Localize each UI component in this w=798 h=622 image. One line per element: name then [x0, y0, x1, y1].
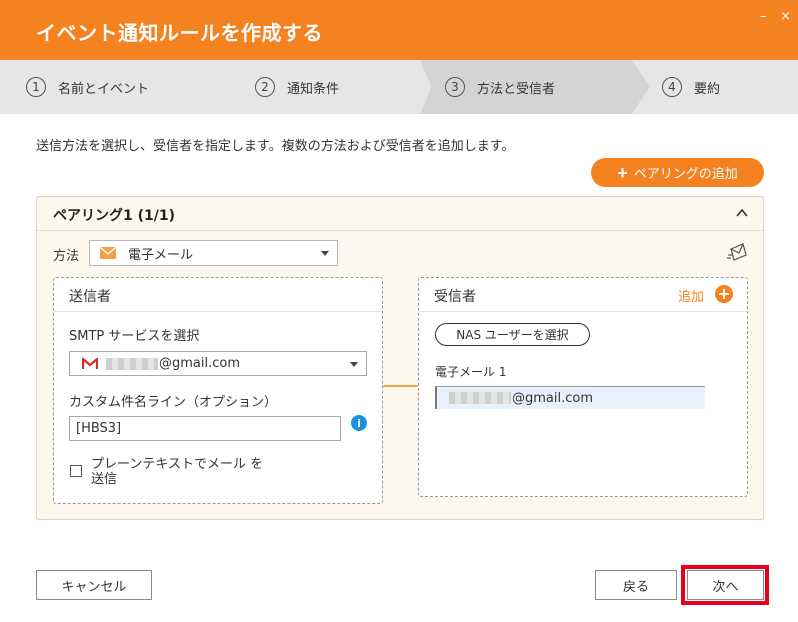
receiver-box: 受信者 追加 + NAS ユーザーを選択 電子メール 1 @gmail.com	[418, 277, 748, 497]
send-test-mail-icon[interactable]	[727, 241, 749, 261]
add-recipient-link[interactable]: 追加	[678, 286, 704, 305]
method-value: 電子メール	[128, 247, 194, 263]
info-icon[interactable]: i	[351, 415, 367, 431]
receiver-title: 受信者	[434, 289, 476, 305]
step-summary: 4 要約	[662, 60, 720, 114]
email1-field[interactable]: @gmail.com	[435, 386, 705, 409]
redacted-text	[106, 357, 158, 370]
smtp-value: @gmail.com	[159, 356, 241, 371]
method-label: 方法	[53, 249, 80, 264]
email1-value: @gmail.com	[512, 390, 594, 406]
title-bar: イベント通知ルールを作成する – ×	[0, 0, 798, 60]
email1-label: 電子メール 1	[435, 365, 507, 379]
cancel-button[interactable]: キャンセル	[36, 570, 152, 600]
gmail-icon	[82, 357, 98, 370]
pairing-header: ペアリング1 (1/1)	[37, 197, 763, 231]
add-pairing-label: ペアリングの追加	[633, 166, 738, 181]
add-pairing-button[interactable]: + ペアリングの追加	[591, 158, 764, 187]
window-title: イベント通知ルールを作成する	[36, 21, 323, 45]
envelope-icon	[100, 247, 116, 259]
sender-title: 送信者	[69, 289, 111, 305]
step-name-event: 1 名前とイベント	[26, 60, 149, 114]
subject-input[interactable]	[69, 416, 341, 441]
sender-box: 送信者 SMTP サービスを選択 @gmail.com カスタム件名ライン（オプ…	[53, 277, 383, 504]
step-number: 4	[662, 77, 682, 97]
wizard-steps: 1 名前とイベント 2 通知条件 3 方法と受信者 4 要約	[0, 60, 798, 114]
step-number: 1	[26, 77, 46, 97]
instruction-text: 送信方法を選択し、受信者を指定します。複数の方法および受信者を追加します。	[36, 139, 515, 154]
pairing-panel: ペアリング1 (1/1) 方法 電子メール 送信者 SMTP サービスを選択 @…	[36, 196, 764, 520]
step-label: 名前とイベント	[58, 81, 150, 97]
close-icon[interactable]: ×	[780, 10, 791, 24]
smtp-label: SMTP サービスを選択	[69, 329, 200, 344]
redacted-text	[449, 392, 511, 404]
pairing-title: ペアリング1 (1/1)	[53, 208, 176, 224]
plain-text-checkbox[interactable]	[70, 465, 82, 477]
add-circle-icon[interactable]: +	[715, 285, 733, 303]
chevron-down-icon	[350, 362, 358, 367]
pairing-connector	[383, 385, 418, 387]
step-label: 方法と受信者	[477, 81, 556, 97]
smtp-select[interactable]: @gmail.com	[69, 351, 367, 376]
receiver-header: 受信者 追加 +	[419, 278, 747, 312]
step-number: 2	[255, 77, 275, 97]
chevron-down-icon	[321, 251, 329, 256]
back-button[interactable]: 戻る	[595, 570, 677, 600]
plus-icon: +	[617, 162, 628, 183]
step-label: 要約	[694, 81, 721, 97]
step-number: 3	[445, 77, 465, 97]
step-conditions: 2 通知条件	[255, 60, 339, 114]
step-label: 通知条件	[287, 81, 340, 97]
plain-text-label: プレーンテキストでメール を送信	[91, 457, 264, 487]
next-button[interactable]: 次へ	[687, 570, 764, 600]
method-select[interactable]: 電子メール	[89, 240, 338, 266]
chevron-up-icon[interactable]	[735, 206, 749, 220]
sender-header: 送信者	[54, 278, 382, 312]
step-method-recipients: 3 方法と受信者	[445, 60, 555, 114]
subject-label: カスタム件名ライン（オプション）	[69, 395, 278, 410]
minimize-icon[interactable]: –	[760, 10, 767, 24]
select-nas-user-button[interactable]: NAS ユーザーを選択	[435, 323, 590, 346]
